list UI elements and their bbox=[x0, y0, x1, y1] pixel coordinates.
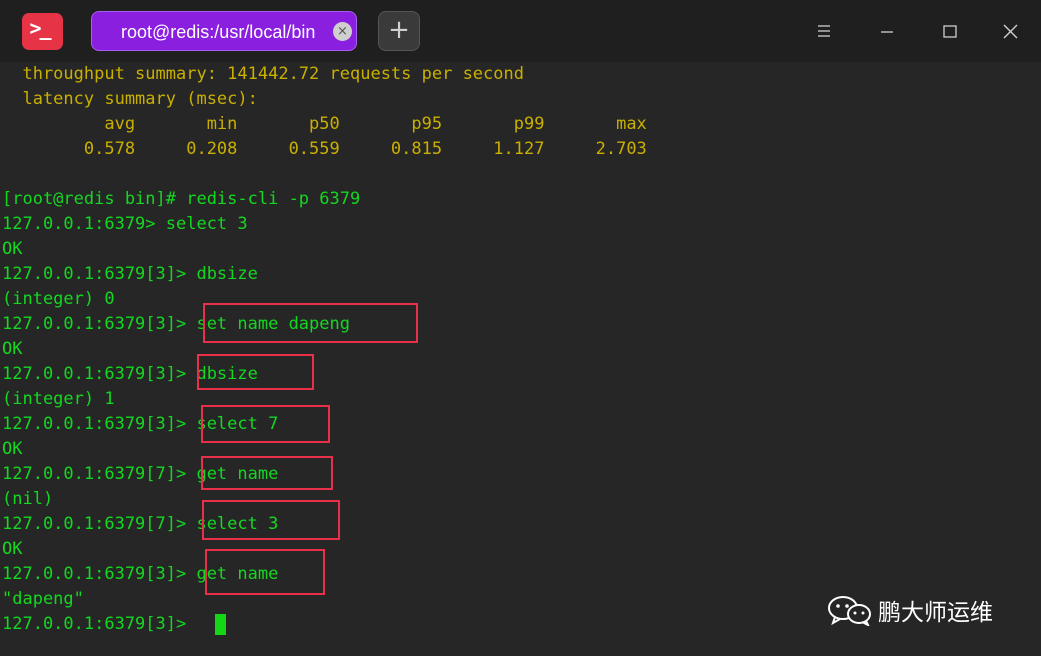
terminal-line: 127.0.0.1:6379[3]> bbox=[2, 614, 197, 634]
terminal-prompt-icon: >_ bbox=[29, 15, 51, 40]
text-cursor bbox=[215, 614, 226, 635]
terminal-output[interactable]: throughput summary: 141442.72 requests p… bbox=[0, 62, 1041, 656]
tab-title: root@redis:/usr/local/bin bbox=[121, 22, 316, 42]
terminal-line: (nil) bbox=[2, 489, 54, 509]
terminal-line: avg min p50 p95 p99 max bbox=[2, 114, 647, 134]
close-tab-icon[interactable]: × bbox=[333, 22, 352, 41]
terminal-line: 127.0.0.1:6379[3]> dbsize bbox=[2, 264, 258, 284]
watermark-text: 鹏大师运维 bbox=[878, 600, 993, 626]
terminal-line: OK bbox=[2, 539, 23, 559]
terminal-line: (integer) 1 bbox=[2, 389, 115, 409]
highlight-box bbox=[197, 354, 314, 390]
terminal-line: throughput summary: 141442.72 requests p… bbox=[2, 64, 524, 84]
new-tab-button[interactable]: + bbox=[378, 11, 420, 51]
wechat-icon bbox=[828, 596, 871, 626]
highlight-box bbox=[201, 456, 333, 490]
terminal-line: OK bbox=[2, 439, 23, 459]
plus-icon: + bbox=[388, 15, 410, 45]
menu-button[interactable] bbox=[809, 16, 839, 46]
terminal-line: [root@redis bin]# redis-cli -p 6379 bbox=[2, 189, 361, 209]
hamburger-menu-icon bbox=[818, 25, 830, 37]
terminal-line: 0.578 0.208 0.559 0.815 1.127 2.703 bbox=[2, 139, 647, 159]
minimize-button[interactable] bbox=[872, 16, 902, 46]
close-window-button[interactable] bbox=[996, 16, 1026, 46]
terminal-app-icon[interactable]: >_ bbox=[22, 13, 63, 50]
maximize-button[interactable] bbox=[935, 16, 965, 46]
terminal-line: OK bbox=[2, 339, 23, 359]
highlight-box bbox=[205, 549, 325, 595]
terminal-line: latency summary (msec): bbox=[2, 89, 258, 109]
close-icon bbox=[1003, 24, 1018, 39]
highlight-box bbox=[203, 303, 418, 343]
highlight-box bbox=[202, 500, 340, 540]
minimize-icon bbox=[881, 31, 893, 33]
highlight-box bbox=[201, 405, 330, 443]
maximize-icon bbox=[943, 25, 957, 38]
terminal-line: 127.0.0.1:6379> select 3 bbox=[2, 214, 248, 234]
terminal-line: "dapeng" bbox=[2, 589, 84, 609]
terminal-line: (integer) 0 bbox=[2, 289, 115, 309]
title-bar: >_ root@redis:/usr/local/bin × + bbox=[0, 0, 1041, 62]
terminal-line: OK bbox=[2, 239, 23, 259]
tab-active[interactable]: root@redis:/usr/local/bin × bbox=[91, 11, 357, 51]
watermark: 鹏大师运维 bbox=[826, 592, 993, 628]
